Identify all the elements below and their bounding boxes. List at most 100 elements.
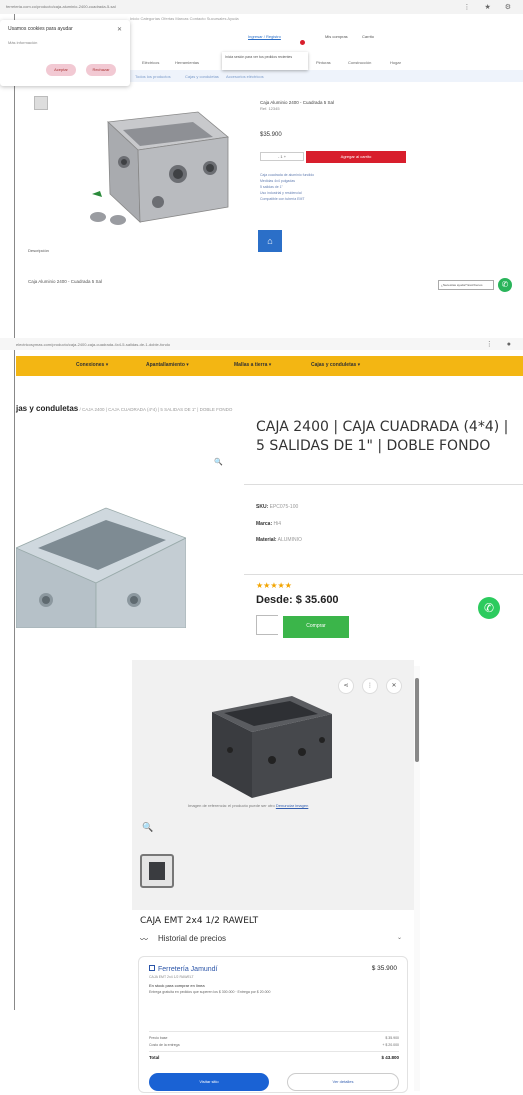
view-details-button[interactable]: Ver detalles xyxy=(287,1073,399,1091)
price-history-label: Historial de precios xyxy=(158,934,227,943)
cookie-banner: Usamos cookies para ayudar ✕ Más informa… xyxy=(0,20,130,86)
feature-list: Caja cuadrada de aluminio fundido Medida… xyxy=(260,172,400,212)
scrollbar-thumb[interactable] xyxy=(415,678,419,762)
offer-price: $ 35.900 xyxy=(371,965,397,972)
close-icon[interactable]: ✕ xyxy=(386,678,402,694)
store-icon xyxy=(149,965,155,971)
login-tooltip: Inicia sesión para ver tus pedidos recie… xyxy=(222,52,308,70)
image-viewer: ⋖ ⋮ ✕ 🔍 Imagen de referencia: el product… xyxy=(132,660,414,910)
sku-row: SKU: EPC075-100 xyxy=(256,504,298,510)
nav-cajas[interactable]: Cajas y conduletas ▾ xyxy=(311,362,360,368)
divider xyxy=(244,484,523,485)
report-image-link[interactable]: Denunciar imagen xyxy=(276,803,308,808)
brand-value: Hi4 xyxy=(272,521,282,527)
total-row: Total $ 43.800 xyxy=(149,1055,399,1060)
header-nav: Buscar Ingresar / Registro Mis compras C… xyxy=(130,28,523,75)
buy-button[interactable]: Comprar xyxy=(283,616,349,638)
stock-status: En stock para comprar en línea xyxy=(149,983,205,988)
price-row: Costo de la entrega + $ 20.000 xyxy=(149,1043,399,1047)
address-bar[interactable]: ferreteria.com.co/producto/caja-aluminio… xyxy=(0,0,523,14)
product-title: CAJA EMT 2x4 1/2 RAWELT xyxy=(140,916,259,926)
panel-store-1: ferreteria.com.co/producto/caja-aluminio… xyxy=(0,0,523,300)
scrollbar[interactable] xyxy=(414,666,420,1091)
breadcrumb-category[interactable]: jas y conduletas xyxy=(16,404,78,413)
delivery-info: Entrega gratuita en pedidos que superen … xyxy=(149,990,271,994)
cookie-title: Usamos cookies para ayudar xyxy=(8,26,73,32)
category-item[interactable]: Herramientas xyxy=(175,60,199,65)
reject-cookies-button[interactable]: Rechazar xyxy=(86,64,116,76)
nav-conexiones[interactable]: Conexiones ▾ xyxy=(76,362,108,368)
home-icon[interactable]: ⌂ xyxy=(258,230,282,252)
sku-value: EPC075-100 xyxy=(268,504,299,510)
whatsapp-icon[interactable]: ✆ xyxy=(498,278,512,292)
browser-controls-icon[interactable]: ⋮ ● xyxy=(486,340,517,348)
login-link[interactable]: Ingresar / Registro xyxy=(248,34,281,39)
brand-label: Marca: xyxy=(256,521,273,527)
chevron-down-icon[interactable]: ⌄ xyxy=(397,934,402,941)
product-price: Desde: $ 35.600 xyxy=(256,594,339,606)
panel-price-compare: ⋖ ⋮ ✕ 🔍 Imagen de referencia: el product… xyxy=(132,660,424,1095)
divider xyxy=(149,1051,399,1052)
row-label: Costo de la entrega xyxy=(149,1043,180,1047)
material-row: Material: ALUMINIO xyxy=(256,537,302,543)
divider xyxy=(244,574,523,575)
category-item[interactable]: Construcción xyxy=(348,60,371,65)
description-label[interactable]: Descripción xyxy=(28,248,248,253)
category-item[interactable]: Hogar xyxy=(390,60,401,65)
total-value: $ 43.800 xyxy=(381,1055,399,1060)
feature-item: Compatible con tubería EMT xyxy=(260,197,305,201)
close-icon[interactable]: ✕ xyxy=(117,26,122,33)
tooltip-text: Inicia sesión para ver tus pedidos recie… xyxy=(225,55,293,59)
material-value: ALUMINIO xyxy=(276,537,302,543)
quantity-stepper[interactable]: - 1 + xyxy=(260,152,304,161)
browser-controls-icon[interactable]: ⋮ ★ ⚙ xyxy=(464,3,517,11)
whatsapp-icon[interactable]: ✆ xyxy=(478,597,500,619)
brand-row: Marca: Hi4 xyxy=(256,521,281,527)
orders-link[interactable]: Mis compras xyxy=(325,34,348,39)
disclaimer-text: Imagen de referencia: el producto puede … xyxy=(188,803,275,808)
category-item[interactable]: Eléctricos xyxy=(142,60,159,65)
chat-prompt[interactable]: ¿Necesitas ayuda? Escríbenos xyxy=(438,280,494,290)
image-thumbnail[interactable] xyxy=(140,854,174,888)
product-image[interactable] xyxy=(28,92,248,240)
quantity-input[interactable] xyxy=(256,615,278,635)
nav-mallas[interactable]: Mallas a tierra ▾ xyxy=(234,362,271,368)
product-title: CAJA 2400 | CAJA CUADRADA (4*4) | 5 SALI… xyxy=(256,419,509,454)
total-label: Total xyxy=(149,1055,160,1060)
category-item[interactable]: Pinturas xyxy=(316,60,331,65)
top-tabs[interactable]: Inicio Categorías Ofertas Marcas Contact… xyxy=(130,16,523,26)
product-image[interactable] xyxy=(16,488,186,628)
divider xyxy=(149,1031,399,1032)
main-nav: Conexiones ▾ Apantallamiento ▾ Mallas a … xyxy=(16,356,523,376)
filter-link[interactable]: Cajas y conduletas xyxy=(185,74,219,79)
price-history-toggle[interactable]: 〰 Historial de precios ⌄ xyxy=(140,932,408,950)
visit-site-button[interactable]: Visitar sitio xyxy=(149,1073,269,1091)
product-info: Caja Aluminio 2400 - Cuadrada 5 Sal Ref.… xyxy=(258,92,408,240)
product-image[interactable] xyxy=(212,690,332,800)
row-value: $ 35.900 xyxy=(385,1036,399,1040)
trend-icon: 〰 xyxy=(140,935,148,944)
store-name[interactable]: Ferretería Jamundí xyxy=(149,965,218,973)
cart-link[interactable]: Carrito xyxy=(362,34,374,39)
nav-apantallamiento[interactable]: Apantallamiento ▾ xyxy=(146,362,189,368)
accept-cookies-button[interactable]: Aceptar xyxy=(46,64,76,76)
product-title: Caja Aluminio 2400 - Cuadrada 5 Sal xyxy=(260,100,335,105)
add-to-cart-button[interactable]: Agregar al carrito xyxy=(306,151,406,163)
filter-link[interactable]: Todos los productos xyxy=(135,74,171,79)
rating-stars: ★★★★★ xyxy=(256,581,292,590)
share-icon[interactable]: ⋖ xyxy=(338,678,354,694)
zoom-icon[interactable]: 🔍 xyxy=(142,822,153,833)
breadcrumb: jas y conduletas / CAJA 2400 | CAJA CUAD… xyxy=(16,404,232,413)
address-bar[interactable]: electricosymas.com/producto/caja-2400-ca… xyxy=(0,338,523,350)
description-section: Descripción Caja Aluminio 2400 - Cuadrad… xyxy=(28,248,248,284)
sku-label: SKU: xyxy=(256,504,269,510)
row-value: + $ 20.000 xyxy=(382,1043,399,1047)
product-gallery xyxy=(28,92,248,240)
url-text: ferreteria.com.co/producto/caja-aluminio… xyxy=(6,4,116,9)
cookie-more-link[interactable]: Más información xyxy=(8,40,122,45)
zoom-icon[interactable]: 🔍 xyxy=(214,458,223,466)
material-label: Material: xyxy=(256,537,277,543)
more-options-icon[interactable]: ⋮ xyxy=(362,678,378,694)
filter-link[interactable]: Accesorios eléctricos xyxy=(226,74,264,79)
row-label: Precio base xyxy=(149,1036,168,1040)
